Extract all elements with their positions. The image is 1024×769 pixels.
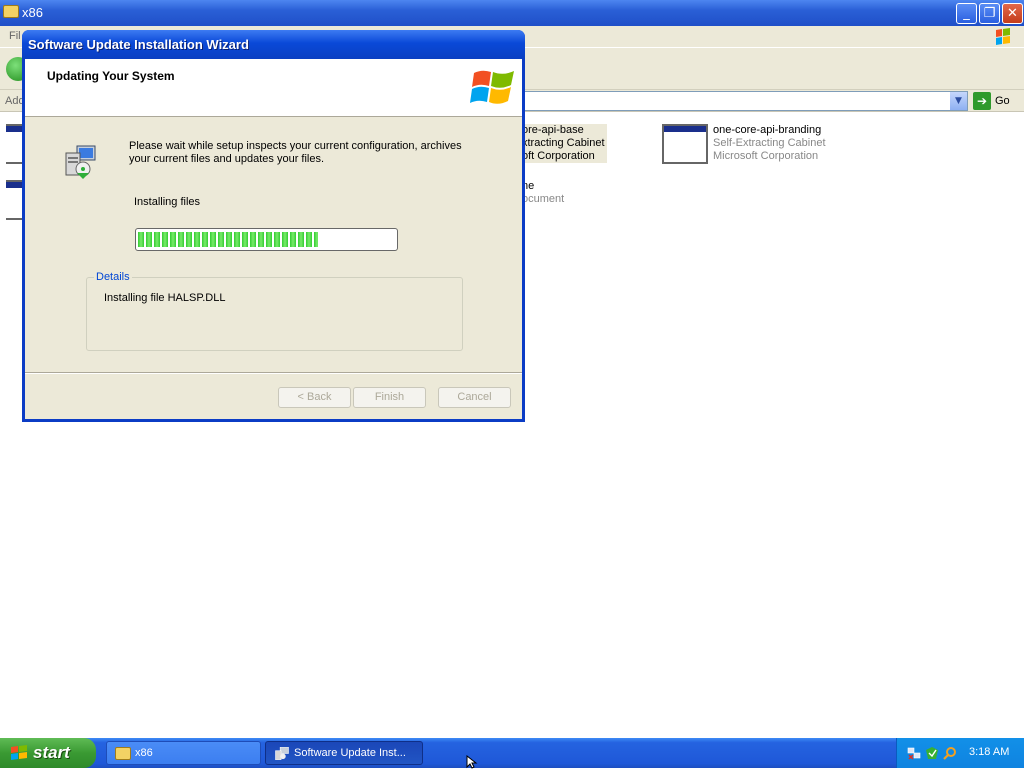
cancel-button[interactable]: Cancel	[438, 387, 511, 408]
wizard-header: Updating Your System	[25, 59, 522, 117]
status-label: Installing files	[134, 196, 201, 208]
file-item[interactable]: ne ocument	[522, 180, 564, 206]
start-label: start	[33, 743, 70, 762]
search-icon[interactable]	[943, 746, 957, 760]
details-legend: Details	[94, 271, 132, 283]
install-progress-bar	[135, 228, 398, 251]
mouse-cursor-icon	[466, 755, 478, 769]
windows-logo-icon	[11, 745, 27, 760]
file-item[interactable]: one-core-api-branding Self-Extracting Ca…	[713, 124, 826, 163]
wizard-title: Software Update Installation Wizard	[28, 37, 249, 52]
setup-computer-icon	[275, 747, 289, 760]
go-button[interactable]: ➔ Go	[973, 92, 1021, 110]
clock: 3:18 AM	[969, 746, 1010, 758]
setup-computer-icon	[65, 145, 96, 179]
taskbar-item-label: x86	[135, 747, 153, 759]
file-type: xtracting Cabinet	[522, 137, 605, 149]
file-type: ocument	[522, 193, 565, 205]
menu-file[interactable]: Fil	[9, 30, 21, 42]
chevron-down-icon[interactable]: ▼	[950, 92, 967, 110]
update-shield-icon[interactable]	[925, 746, 939, 760]
divider	[25, 372, 522, 374]
network-icon[interactable]	[907, 746, 921, 760]
file-item[interactable]: ore-api-base xtracting Cabinet oft Corpo…	[522, 124, 607, 163]
taskbar: start x86 Software Update Inst... 3:18 A…	[0, 738, 1024, 768]
wizard-description: Please wait while setup inspects your cu…	[129, 140, 462, 165]
details-text: Installing file HALSP.DLL	[104, 292, 226, 304]
cabinet-file-icon[interactable]	[662, 124, 708, 164]
wizard-titlebar[interactable]: Software Update Installation Wizard	[22, 30, 525, 59]
details-group: Details Installing file HALSP.DLL	[86, 271, 463, 351]
installation-wizard-dialog: Software Update Installation Wizard Upda…	[22, 30, 525, 422]
taskbar-item-x86[interactable]: x86	[106, 741, 261, 765]
file-company: oft Corporation	[522, 150, 595, 162]
file-name: one-core-api-branding	[713, 124, 822, 136]
file-type: Self-Extracting Cabinet	[713, 137, 826, 149]
go-label: Go	[995, 95, 1010, 107]
wizard-body: Updating Your System Please wait while s…	[25, 59, 522, 419]
taskbar-item-software-update[interactable]: Software Update Inst...	[265, 741, 423, 765]
system-tray: 3:18 AM	[896, 738, 1024, 768]
taskbar-item-label: Software Update Inst...	[294, 747, 406, 759]
file-name: ne	[522, 180, 535, 192]
windows-logo-icon	[996, 28, 1010, 45]
folder-icon	[115, 747, 131, 760]
explorer-title: x86	[22, 5, 43, 20]
address-input[interactable]: ▼	[520, 91, 968, 111]
finish-button[interactable]: Finish	[353, 387, 426, 408]
wizard-header-title: Updating Your System	[47, 69, 175, 83]
windows-logo-icon	[470, 70, 514, 104]
minimize-button[interactable]: _	[956, 3, 977, 24]
progress-fill	[138, 232, 318, 247]
file-name: ore-api-base	[522, 124, 584, 136]
close-button[interactable]: ✕	[1002, 3, 1023, 24]
go-arrow-icon: ➔	[973, 92, 991, 110]
back-button[interactable]: < Back	[278, 387, 351, 408]
explorer-titlebar[interactable]: x86 _ ❐ ✕	[0, 0, 1024, 26]
start-button[interactable]: start	[0, 738, 96, 768]
restore-button[interactable]: ❐	[979, 3, 1000, 24]
folder-icon	[3, 5, 19, 18]
file-company: Microsoft Corporation	[713, 150, 819, 162]
